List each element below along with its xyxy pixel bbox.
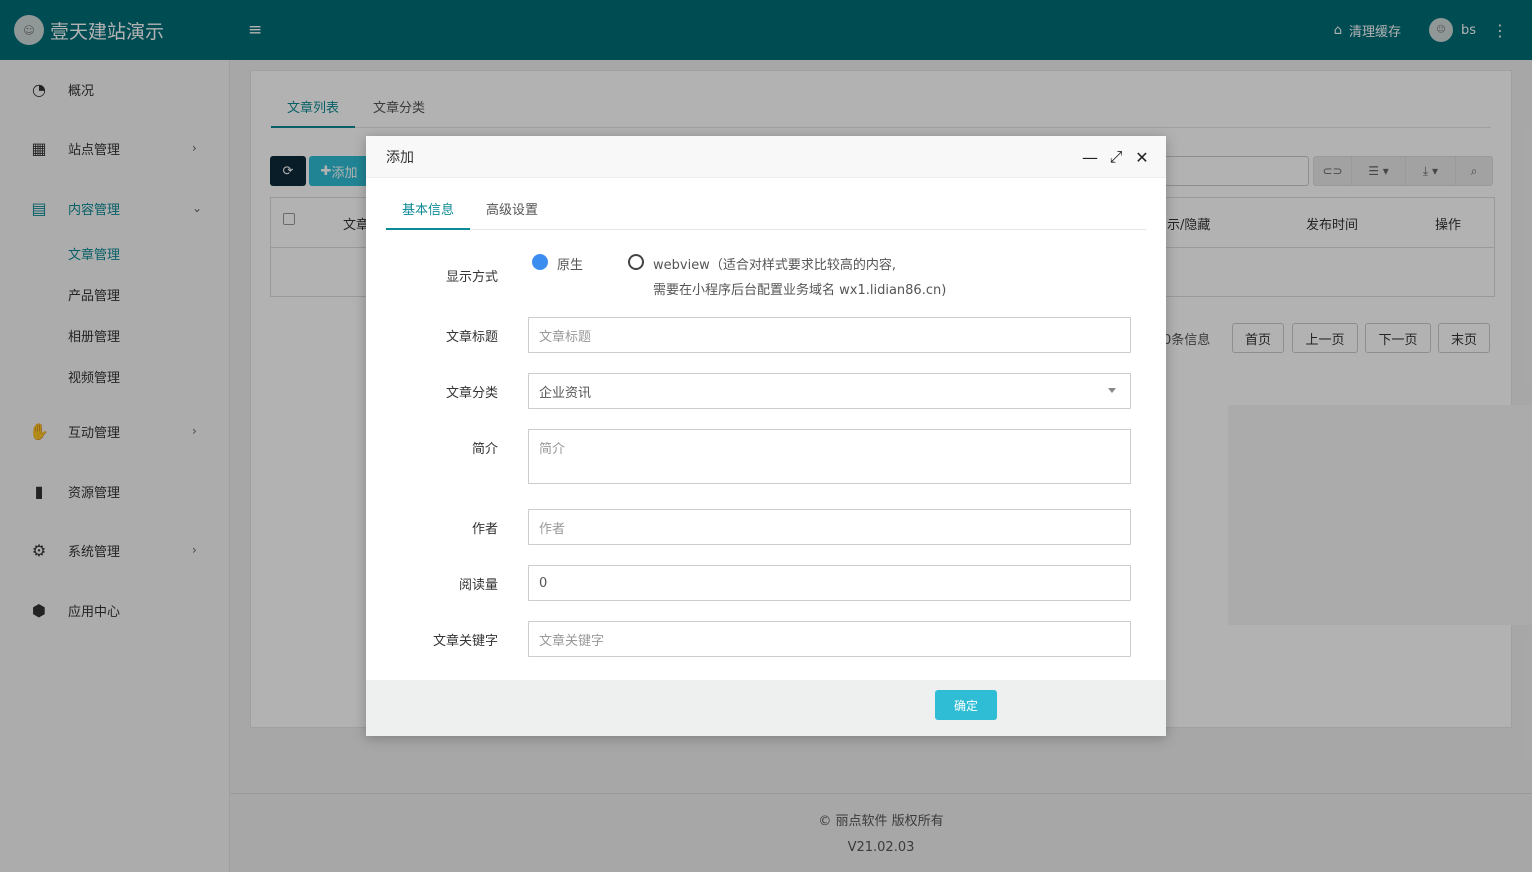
title-input[interactable]: 文章标题 [528, 317, 1131, 353]
dialog-footer: 确定 [366, 680, 1166, 736]
dialog-title: 添加 [386, 150, 414, 166]
keywords-input[interactable]: 文章关键字 [528, 621, 1131, 657]
add-article-dialog: 添加 — ⤢ ✕ 基本信息 高级设置 显示方式 原生 webview（适合对样式… [366, 136, 1166, 736]
confirm-button[interactable]: 确定 [935, 690, 997, 720]
views-input[interactable]: 0 [528, 565, 1131, 601]
radio-webview[interactable] [628, 254, 644, 270]
radio-native-label: 原生 [557, 258, 584, 273]
category-value: 企业资讯 [539, 385, 592, 401]
summary-textarea[interactable]: 简介 [528, 429, 1131, 484]
views-label: 阅读量 [458, 578, 498, 593]
summary-label: 简介 [471, 442, 498, 457]
dialog-tabs: 基本信息 高级设置 [386, 192, 1146, 230]
title-label: 文章标题 [445, 330, 498, 345]
radio-webview-note: 需要在小程序后台配置业务域名 wx1.lidian86.cn) [653, 283, 947, 298]
radio-native[interactable] [532, 254, 548, 270]
radio-webview-label: webview（适合对样式要求比较高的内容, [653, 258, 896, 273]
tab-basic-info[interactable]: 基本信息 [386, 192, 471, 230]
author-input[interactable]: 作者 [528, 509, 1131, 545]
keywords-label: 文章关键字 [432, 634, 498, 649]
maximize-icon[interactable]: ⤢ [1105, 136, 1127, 178]
minimize-icon[interactable]: — [1079, 136, 1101, 178]
close-icon[interactable]: ✕ [1131, 136, 1153, 178]
display-mode-label: 显示方式 [445, 270, 498, 285]
caret-down-icon [1108, 388, 1116, 393]
category-label: 文章分类 [445, 386, 498, 401]
dialog-header: 添加 — ⤢ ✕ [366, 136, 1166, 178]
category-select[interactable]: 企业资讯 [528, 373, 1131, 409]
author-label: 作者 [471, 522, 498, 537]
side-placeholder-dimmed [1228, 405, 1532, 625]
tab-advanced-settings[interactable]: 高级设置 [470, 192, 554, 230]
